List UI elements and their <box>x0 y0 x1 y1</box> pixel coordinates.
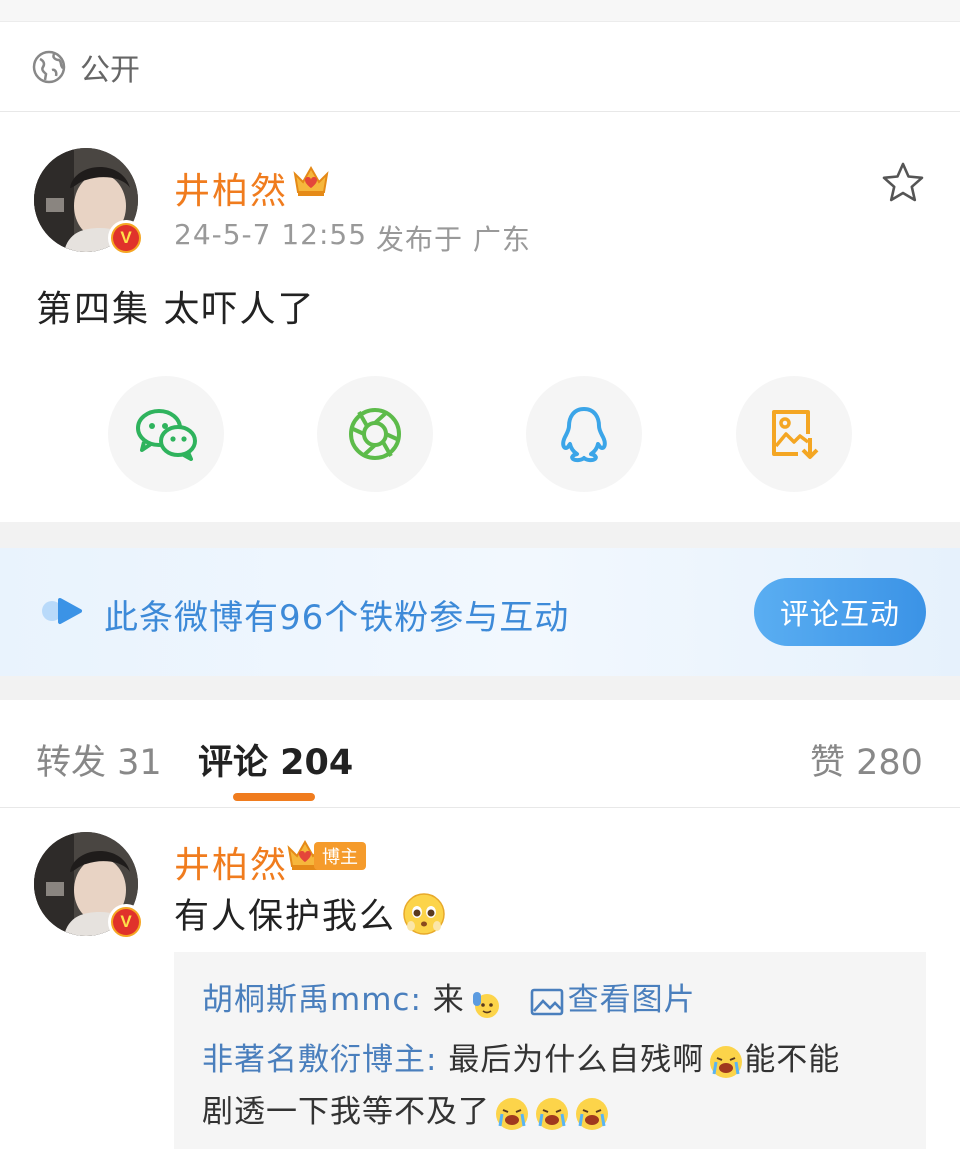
comment-text-content: 有人保护我么 <box>174 897 397 937</box>
blogger-tag: 博主 <box>314 842 366 870</box>
section-divider <box>0 676 960 700</box>
crying-face-emoji <box>496 1097 528 1130</box>
share-row <box>0 370 960 500</box>
reply-item-line2: 剧透一下我等不及了 <box>202 1086 610 1132</box>
crying-face-emoji <box>536 1097 568 1130</box>
save-image-icon <box>772 410 819 459</box>
view-image-link[interactable]: 查看图片 <box>530 982 696 1018</box>
post-text: 第四集 太吓人了 <box>36 289 316 330</box>
active-tab-indicator <box>233 793 315 801</box>
tab-comment[interactable]: 评论 204 <box>198 734 353 785</box>
fans-banner-text: 此条微博有96个铁粉参与互动 <box>104 598 570 638</box>
qq-icon <box>561 407 607 463</box>
comment-interact-button[interactable]: 评论互动 <box>754 578 926 646</box>
post-author-name[interactable]: 井柏然 <box>174 162 288 214</box>
crying-face-emoji <box>576 1097 608 1130</box>
verified-badge: V <box>108 904 144 940</box>
wechat-icon <box>136 409 197 461</box>
crown-icon <box>293 165 329 196</box>
favorite-star-icon[interactable] <box>880 160 926 206</box>
reply-text-line2: 剧透一下我等不及了 <box>202 1094 490 1130</box>
section-divider <box>0 522 960 548</box>
visibility-row: 公开 <box>0 22 960 112</box>
reply-user[interactable]: 非著名敷衍博主: <box>202 1042 437 1078</box>
comment-text: 有人保护我么 <box>174 888 446 939</box>
tab-repost[interactable]: 转发 31 <box>36 734 162 785</box>
reply-text-cont: 能不能 <box>744 1042 841 1078</box>
replies-box[interactable]: 胡桐斯禹mmc: 来 查看图片 非著名敷衍博主: 最后为什么自残啊 能不能 剧透… <box>174 952 926 1149</box>
reply-user[interactable]: 胡桐斯禹mmc: <box>202 982 422 1018</box>
fans-interaction-banner[interactable]: 此条微博有96个铁粉参与互动 评论互动 <box>0 548 960 676</box>
reply-item[interactable]: 非著名敷衍博主: 最后为什么自残啊 能不能 <box>202 1034 840 1080</box>
fans-icon <box>42 598 82 624</box>
moments-icon <box>349 408 401 460</box>
reply-text: 来 <box>432 982 465 1018</box>
reply-text: 最后为什么自残啊 <box>448 1042 705 1078</box>
raised-hand-emoji <box>472 991 499 1018</box>
verified-badge: V <box>108 220 144 256</box>
post-time: 24-5-7 12:55 <box>174 218 368 251</box>
globe-icon <box>32 50 66 83</box>
post-location: 发布于 广东 <box>376 223 531 256</box>
share-moments-button[interactable] <box>317 376 433 492</box>
view-image-label: 查看图片 <box>567 982 696 1018</box>
pleading-face-emoji <box>403 892 445 935</box>
share-qq-button[interactable] <box>526 376 642 492</box>
comment-author-name[interactable]: 井柏然 <box>174 836 288 888</box>
top-bar <box>0 0 960 22</box>
crying-face-emoji <box>710 1045 743 1078</box>
post-avatar[interactable]: V <box>34 148 144 256</box>
share-wechat-button[interactable] <box>108 376 224 492</box>
image-icon <box>530 988 563 1015</box>
comment-avatar[interactable]: V <box>34 832 144 940</box>
post-tabs: 转发 31 评论 204 赞 280 <box>0 700 960 808</box>
reply-item[interactable]: 胡桐斯禹mmc: 来 查看图片 <box>202 974 696 1020</box>
visibility-label: 公开 <box>80 52 140 88</box>
save-image-button[interactable] <box>736 376 852 492</box>
tab-like[interactable]: 赞 280 <box>810 734 923 785</box>
